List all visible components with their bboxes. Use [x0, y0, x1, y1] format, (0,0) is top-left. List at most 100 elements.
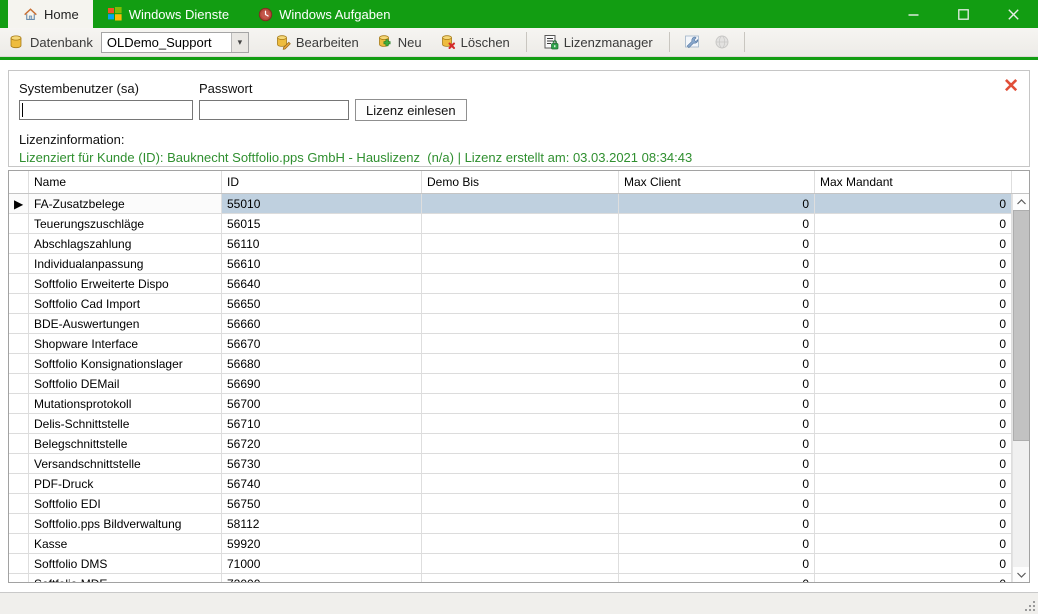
cell-name[interactable]: Belegschnittstelle	[29, 434, 222, 453]
cell-max-mandant[interactable]: 0	[815, 374, 1012, 393]
row-selector-cell[interactable]	[9, 294, 29, 313]
cell-demo-bis[interactable]	[422, 574, 619, 583]
row-selector-cell[interactable]	[9, 234, 29, 253]
cell-demo-bis[interactable]	[422, 454, 619, 473]
cell-max-client[interactable]: 0	[619, 374, 815, 393]
maximize-button[interactable]	[938, 0, 988, 28]
cell-id[interactable]: 56680	[222, 354, 422, 373]
cell-id[interactable]: 56730	[222, 454, 422, 473]
table-row[interactable]: Belegschnittstelle56720 00	[9, 434, 1029, 454]
close-button[interactable]	[988, 0, 1038, 28]
cell-demo-bis[interactable]	[422, 254, 619, 273]
row-selector-cell[interactable]	[9, 534, 29, 553]
database-select[interactable]: OLDemo_Support ▾	[101, 32, 249, 53]
resize-grip-icon[interactable]	[1024, 600, 1036, 612]
cell-id[interactable]: 56690	[222, 374, 422, 393]
table-row[interactable]: PDF-Druck5674000	[9, 474, 1029, 494]
table-row[interactable]: Softfolio Konsignationslager5668000	[9, 354, 1029, 374]
cell-demo-bis[interactable]	[422, 394, 619, 413]
cell-max-mandant[interactable]: 0	[815, 434, 1012, 453]
cell-max-client[interactable]: 0	[619, 254, 815, 273]
cell-demo-bis[interactable]	[422, 214, 619, 233]
row-selector-cell[interactable]	[9, 214, 29, 233]
table-row[interactable]: Versandschnittstelle56730 00	[9, 454, 1029, 474]
table-row[interactable]: Delis-Schnittstelle5671000	[9, 414, 1029, 434]
cell-max-mandant[interactable]: 0	[815, 254, 1012, 273]
cell-id[interactable]: 56720	[222, 434, 422, 453]
row-selector-cell[interactable]	[9, 494, 29, 513]
minimize-button[interactable]	[888, 0, 938, 28]
cell-max-client[interactable]: 0	[619, 314, 815, 333]
cell-max-mandant[interactable]: 0	[815, 474, 1012, 493]
cell-id[interactable]: 58112	[222, 514, 422, 533]
cell-max-mandant[interactable]: 0	[815, 494, 1012, 513]
cell-name[interactable]: Kasse	[29, 534, 222, 553]
scrollbar-thumb[interactable]	[1013, 210, 1030, 441]
table-row[interactable]: Softfolio DEMail56690 00	[9, 374, 1029, 394]
row-selector-cell[interactable]	[9, 574, 29, 583]
cell-name[interactable]: Softfolio Erweiterte Dispo	[29, 274, 222, 293]
cell-demo-bis[interactable]	[422, 374, 619, 393]
cell-name[interactable]: Softfolio MDE	[29, 574, 222, 583]
row-selector-cell[interactable]	[9, 434, 29, 453]
cell-name[interactable]: Shopware Interface	[29, 334, 222, 353]
row-selector-cell[interactable]	[9, 554, 29, 573]
cell-max-mandant[interactable]: 0	[815, 574, 1012, 583]
cell-demo-bis[interactable]	[422, 414, 619, 433]
cell-id[interactable]: 56710	[222, 414, 422, 433]
cell-max-client[interactable]: 0	[619, 434, 815, 453]
cell-max-mandant[interactable]: 0	[815, 554, 1012, 573]
table-row[interactable]: BDE-Auswertungen5666000	[9, 314, 1029, 334]
globe-button[interactable]	[710, 31, 734, 53]
row-selector-cell[interactable]	[9, 334, 29, 353]
cell-name[interactable]: Versandschnittstelle	[29, 454, 222, 473]
cell-id[interactable]: 56610	[222, 254, 422, 273]
cell-max-client[interactable]: 0	[619, 334, 815, 353]
lizenzmanager-button[interactable]: Lizenzmanager	[537, 31, 659, 53]
cell-name[interactable]: Individualanpassung	[29, 254, 222, 273]
cell-name[interactable]: Softfolio DEMail	[29, 374, 222, 393]
cell-demo-bis[interactable]	[422, 554, 619, 573]
cell-max-client[interactable]: 0	[619, 274, 815, 293]
table-row[interactable]: Teuerungszuschläge5601500	[9, 214, 1029, 234]
row-selector-cell[interactable]	[9, 454, 29, 473]
cell-max-mandant[interactable]: 0	[815, 454, 1012, 473]
cell-id[interactable]: 56640	[222, 274, 422, 293]
bearbeiten-button[interactable]: Bearbeiten	[269, 31, 365, 53]
cell-max-mandant[interactable]: 0	[815, 334, 1012, 353]
scroll-down-button[interactable]	[1013, 567, 1030, 583]
cell-id[interactable]: 55010	[222, 194, 422, 213]
cell-name[interactable]: Abschlagszahlung	[29, 234, 222, 253]
cell-demo-bis[interactable]	[422, 494, 619, 513]
cell-demo-bis[interactable]	[422, 334, 619, 353]
row-selector-cell[interactable]: ▶	[9, 194, 29, 213]
cell-max-mandant[interactable]: 0	[815, 294, 1012, 313]
tab-windows-aufgaben[interactable]: Windows Aufgaben	[243, 0, 404, 28]
table-row[interactable]: Softfolio.pps Bildverwaltung5811200	[9, 514, 1029, 534]
cell-id[interactable]: 71000	[222, 554, 422, 573]
cell-name[interactable]: Softfolio Konsignationslager	[29, 354, 222, 373]
cell-name[interactable]: FA-Zusatzbelege	[29, 194, 222, 213]
cell-id[interactable]: 56015	[222, 214, 422, 233]
table-row[interactable]: Shopware Interface5667000	[9, 334, 1029, 354]
cell-id[interactable]: 56750	[222, 494, 422, 513]
row-selector-cell[interactable]	[9, 414, 29, 433]
systembenutzer-input[interactable]	[19, 100, 193, 120]
tab-home[interactable]: Home	[8, 0, 93, 28]
scroll-up-button[interactable]	[1013, 194, 1030, 210]
tools-button[interactable]	[680, 31, 704, 53]
cell-max-mandant[interactable]: 0	[815, 194, 1012, 213]
cell-name[interactable]: Mutationsprotokoll	[29, 394, 222, 413]
table-row[interactable]: Individualanpassung56610 00	[9, 254, 1029, 274]
cell-id[interactable]: 56700	[222, 394, 422, 413]
cell-id[interactable]: 56660	[222, 314, 422, 333]
cell-id[interactable]: 59920	[222, 534, 422, 553]
cell-max-client[interactable]: 0	[619, 454, 815, 473]
cell-max-client[interactable]: 0	[619, 194, 815, 213]
cell-max-client[interactable]: 0	[619, 574, 815, 583]
column-header-max-mandant[interactable]: Max Mandant	[815, 171, 1012, 193]
cell-demo-bis[interactable]	[422, 474, 619, 493]
cell-demo-bis[interactable]	[422, 294, 619, 313]
tab-windows-dienste[interactable]: Windows Dienste	[93, 0, 243, 28]
cell-name[interactable]: Softfolio EDI	[29, 494, 222, 513]
